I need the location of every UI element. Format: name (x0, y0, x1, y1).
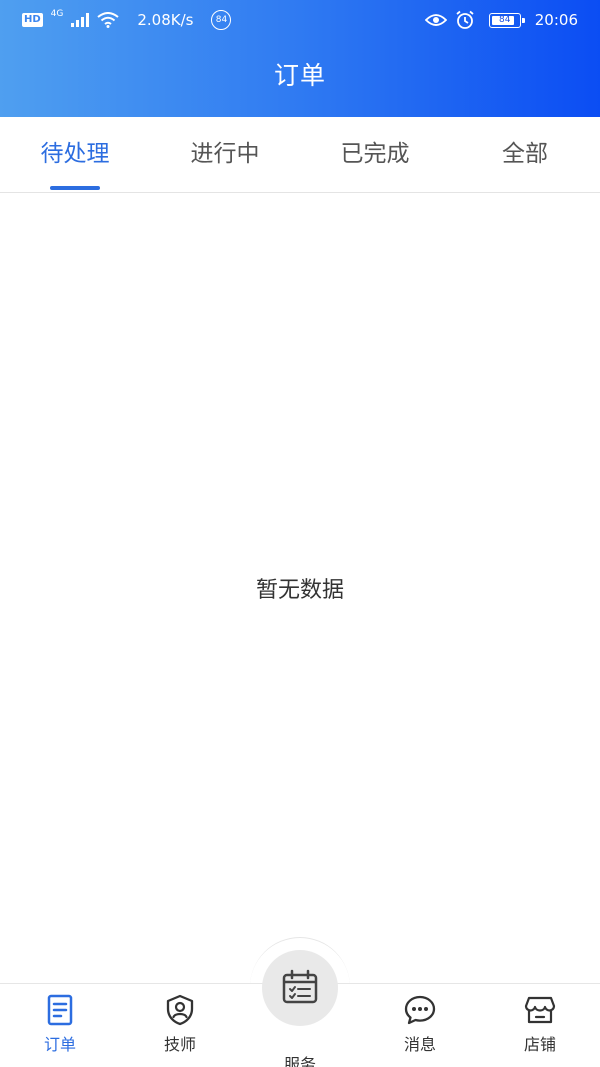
store-icon (524, 996, 556, 1024)
tab-pending[interactable]: 待处理 (0, 117, 150, 192)
clock: 20:06 (534, 11, 578, 29)
order-tabs: 待处理 进行中 已完成 全部 (0, 117, 600, 193)
battery-icon: 84 (488, 12, 525, 28)
nav-item-orders[interactable]: 订单 (0, 984, 120, 1067)
nav-item-messages[interactable]: 消息 (360, 984, 480, 1067)
order-icon (47, 994, 73, 1026)
nav-label-orders: 订单 (43, 1035, 76, 1054)
nav-label-store: 店铺 (523, 1035, 556, 1054)
tab-all[interactable]: 全部 (450, 117, 600, 192)
app-header: HD 4G 2.08K/s 84 84 20:06 订单 (0, 0, 600, 117)
status-left: HD 4G 2.08K/s 84 (22, 9, 232, 30)
alarm-icon (456, 10, 474, 29)
nav-item-store[interactable]: 店铺 (480, 984, 600, 1067)
network-speed: 2.08K/s (137, 11, 194, 29)
technician-shield-icon (166, 994, 194, 1026)
empty-state-text: 暂无数据 (255, 578, 344, 603)
eye-icon (424, 14, 447, 26)
service-calendar-icon (282, 969, 318, 1004)
status-right: 84 20:06 (424, 10, 578, 30)
service-button[interactable] (262, 950, 338, 1026)
network-type: 4G (50, 9, 64, 19)
nav-item-technicians[interactable]: 技师 (120, 984, 240, 1067)
notification-count: 84 (211, 10, 232, 30)
status-bar: HD 4G 2.08K/s 84 84 20:06 (0, 0, 600, 40)
wifi-icon (97, 12, 119, 28)
page-title: 订单 (273, 61, 326, 90)
message-bubble-icon (404, 995, 436, 1025)
nav-label-service: 服务 (283, 1055, 316, 1067)
tab-completed[interactable]: 已完成 (300, 117, 450, 192)
battery-level: 84 (499, 15, 511, 25)
tab-in-progress[interactable]: 进行中 (150, 117, 300, 192)
signal-icon (71, 13, 90, 27)
nav-label-technicians: 技师 (163, 1035, 196, 1054)
hd-badge: HD (22, 13, 43, 27)
nav-label-messages: 消息 (403, 1035, 436, 1054)
